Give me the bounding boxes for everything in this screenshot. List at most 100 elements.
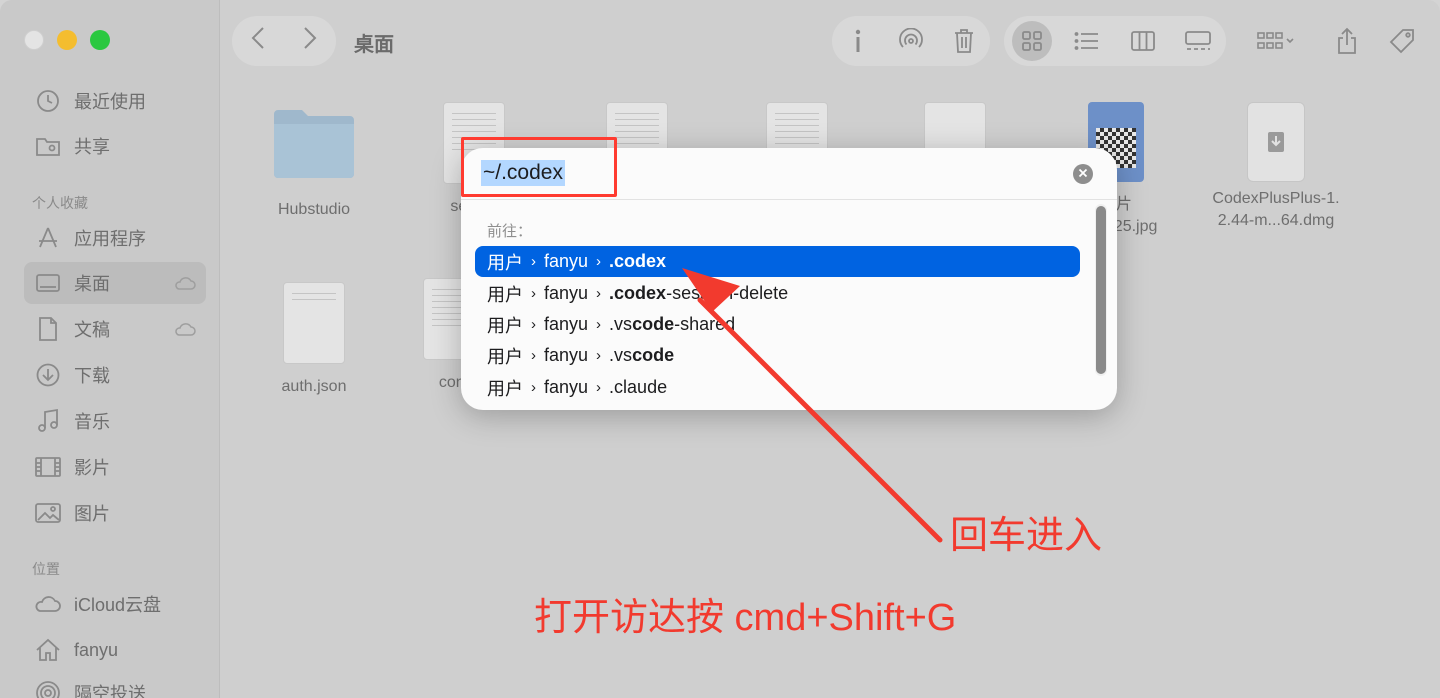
columns-icon [1130, 31, 1155, 51]
scrollbar-thumb[interactable] [1096, 206, 1106, 374]
suggestion-item[interactable]: 用户 › fanyu › .vs code [475, 340, 1080, 371]
sidebar-item-label: 音乐 [74, 412, 110, 432]
path-segment: 用户 [487, 378, 523, 399]
group-by-button[interactable] [1248, 16, 1304, 66]
icloud-status-icon [174, 274, 196, 295]
icloud-status-icon [174, 320, 196, 341]
goto-label: 前往： [487, 223, 533, 240]
path-prefix: .vs [609, 314, 633, 334]
list-view-button[interactable] [1067, 21, 1107, 61]
airdrop-icon [34, 679, 62, 698]
trash-icon [954, 29, 973, 53]
sidebar-item-desktop[interactable]: 桌面 [24, 262, 206, 304]
path-segment: fanyu [544, 251, 589, 271]
chevron-right-icon: › [531, 285, 536, 302]
chevron-right-icon: › [531, 253, 536, 270]
path-rest: -session-delete [666, 283, 789, 303]
sidebar-item-applications[interactable]: 应用程序 [24, 217, 206, 259]
chevron-right-icon: › [531, 379, 536, 396]
minimize-window-button[interactable] [57, 30, 77, 50]
back-button[interactable] [251, 26, 265, 57]
path-rest: -shared [674, 314, 736, 334]
photo-icon [34, 499, 62, 527]
suggestion-item[interactable]: 用户 › fanyu › .codex -session-delete [475, 278, 1080, 309]
path-match: .codex [609, 283, 667, 303]
sidebar-item-shared[interactable]: 共享 [24, 125, 206, 167]
sidebar-item-documents[interactable]: 文稿 [24, 308, 206, 350]
download-arrow-icon [1268, 132, 1284, 152]
path-segment: fanyu [544, 377, 589, 397]
clock-icon [34, 87, 62, 115]
suggestion-scrollbar[interactable] [1095, 204, 1107, 376]
sidebar-item-label: 文稿 [74, 320, 110, 340]
highlight-box [461, 137, 617, 197]
enter-hint-annotation: 回车进入 [950, 515, 1103, 557]
sidebar: 最近使用 共享 个人收藏 应用程序 桌面 文稿 下载 音乐 影片 图片 位置 i… [0, 0, 220, 698]
sidebar-item-downloads[interactable]: 下载 [24, 354, 206, 396]
path-segment: fanyu [544, 345, 589, 365]
path-segment: 用户 [487, 315, 523, 336]
gallery-icon [1185, 31, 1212, 50]
suggestion-item[interactable]: 用户 › fanyu › .vs code -shared [475, 309, 1080, 340]
suggestion-item[interactable]: 用户 › fanyu › .codex [475, 246, 1080, 277]
file-item-json[interactable]: auth.json [234, 282, 394, 396]
sidebar-item-label: 共享 [74, 137, 110, 157]
action-group [832, 16, 990, 66]
chevron-right-icon: › [531, 347, 536, 364]
suggestion-item[interactable]: 用户 › fanyu › .claude [475, 372, 1080, 403]
icon-view-button[interactable] [1011, 21, 1052, 61]
sidebar-item-label: 隔空投送 [74, 684, 146, 698]
sidebar-item-movies[interactable]: 影片 [24, 446, 206, 488]
sidebar-section-favorites: 个人收藏 [32, 195, 88, 211]
sidebar-item-label: 图片 [74, 504, 110, 524]
file-item-dmg[interactable]: CodexPlusPlus-1. 2.44-m...64.dmg [1196, 102, 1356, 230]
document-thumbnail [283, 282, 345, 364]
sidebar-item-recent[interactable]: 最近使用 [24, 80, 206, 122]
chevron-right-icon: › [596, 347, 602, 364]
close-icon [1078, 168, 1088, 178]
info-button[interactable] [838, 21, 878, 61]
sidebar-item-icloud-drive[interactable]: iCloud云盘 [24, 583, 206, 625]
delete-button[interactable] [944, 21, 984, 61]
airdrop-share-button[interactable] [891, 21, 931, 61]
chevron-left-icon [251, 26, 264, 49]
file-item-folder[interactable]: Hubstudio [234, 106, 394, 219]
chevron-right-icon: › [596, 285, 602, 302]
download-icon [34, 361, 62, 389]
applications-icon [34, 224, 62, 252]
maximize-window-button[interactable] [90, 30, 110, 50]
sidebar-section-locations: 位置 [32, 561, 60, 577]
path-segment: fanyu [544, 283, 589, 303]
sidebar-item-home[interactable]: fanyu [24, 629, 206, 671]
clear-button[interactable] [1073, 164, 1093, 184]
home-icon [34, 636, 62, 664]
navigation-group [232, 16, 336, 66]
document-icon [34, 315, 62, 343]
close-window-button[interactable] [24, 30, 44, 50]
share-icon [1338, 27, 1356, 54]
sidebar-item-music[interactable]: 音乐 [24, 400, 206, 442]
sidebar-item-label: 应用程序 [74, 229, 146, 249]
gallery-view-button[interactable] [1178, 21, 1218, 61]
list-icon [1074, 32, 1099, 50]
view-mode-group [1004, 16, 1226, 66]
chevron-right-icon: › [596, 253, 602, 270]
chevron-right-icon: › [596, 379, 602, 396]
folder-icon [274, 110, 354, 178]
music-icon [34, 407, 62, 435]
tag-button[interactable] [1380, 16, 1424, 66]
path-segment: 用户 [487, 252, 523, 273]
path-match: code [632, 345, 675, 365]
film-icon [34, 453, 62, 481]
share-button[interactable] [1326, 16, 1368, 66]
path-prefix: .vs [609, 345, 633, 365]
shortcut-hint-annotation: 打开访达按 cmd+Shift+G [534, 597, 957, 639]
column-view-button[interactable] [1123, 21, 1163, 61]
sidebar-item-pictures[interactable]: 图片 [24, 492, 206, 534]
sidebar-item-airdrop[interactable]: 隔空投送 [24, 672, 206, 698]
sidebar-item-label: 最近使用 [74, 92, 146, 112]
forward-button[interactable] [303, 26, 317, 57]
window-title: 桌面 [354, 34, 394, 56]
chevron-right-icon [304, 26, 317, 49]
path-match: .codex [609, 251, 667, 271]
